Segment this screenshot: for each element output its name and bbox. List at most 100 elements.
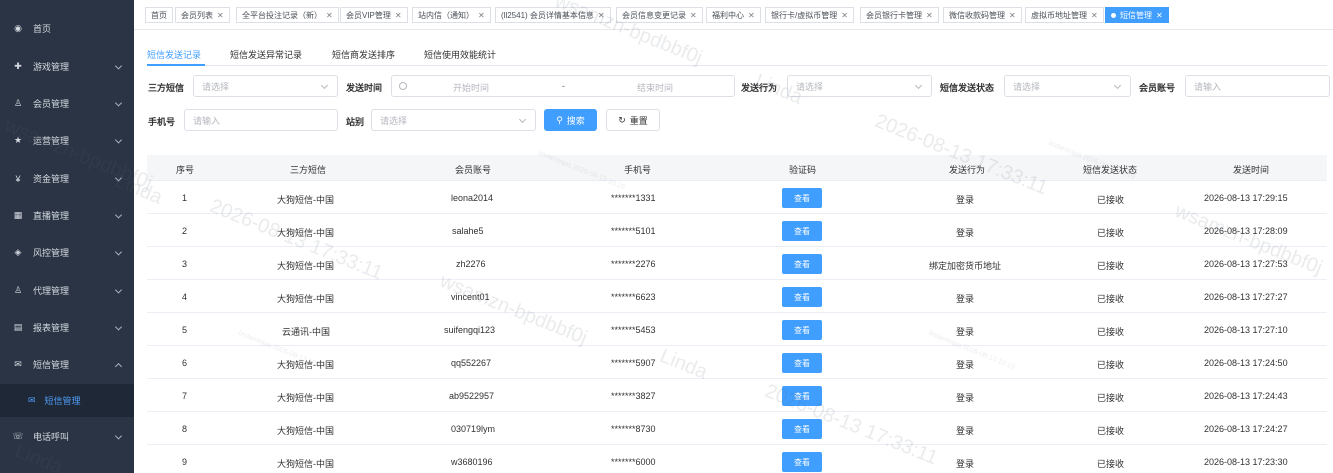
view-code-button[interactable]: 查看 [782,320,822,340]
action-select[interactable]: 请选择 [787,75,932,97]
subtab-usage-stats[interactable]: 短信使用效能统计 [424,48,496,61]
cell-provider: 大狗短信-中国 [277,261,334,271]
tab-inbox[interactable]: 站内信（通知） ✕ [412,7,491,23]
table-header: 序号 三方短信 会员账号 手机号 验证码 发送行为 短信发送状态 发送时间 [147,155,1327,181]
tab-label: 首页 [151,10,167,20]
view-code-button[interactable]: 查看 [782,452,822,472]
sidebar-item-live[interactable]: ▦ 直播管理 [0,197,134,234]
reset-button[interactable]: ↻ 重置 [606,109,660,131]
chevron-down-icon [114,431,123,440]
site-placeholder: 请选择 [380,115,408,126]
close-icon[interactable]: ✕ [690,11,697,20]
cell-phone: *******3827 [611,391,656,401]
sidebar: ◉ 首页 ✚ 游戏管理 ♙ 会员管理 ★ 运营管理 ¥ 资金管理 ▦ 直播管理 [0,0,134,473]
view-code-button[interactable]: 查看 [782,419,822,439]
view-code-button[interactable]: 查看 [782,353,822,373]
tab-bet-records[interactable]: 全平台投注记录（新） ✕ [236,7,339,23]
chevron-down-icon [114,210,123,219]
cell-status: 已接收 [1097,294,1125,304]
tab-member-changes[interactable]: 会员信息变更记录 ✕ [616,7,703,23]
tab-home[interactable]: 首页 [145,7,173,23]
sidebar-item-label: 直播管理 [33,211,70,221]
cell-provider: 大狗短信-中国 [277,360,334,370]
sidebar-item-operations[interactable]: ★ 运营管理 [0,122,134,159]
cell-provider: 大狗短信-中国 [277,393,334,403]
close-icon[interactable]: ✕ [217,11,224,20]
cell-phone: *******6623 [611,292,656,302]
close-icon[interactable]: ✕ [598,11,605,20]
phone-label: 手机号 [148,117,176,127]
column-header-provider: 三方短信 [290,165,327,175]
sidebar-item-risk[interactable]: ◈ 风控管理 [0,234,134,271]
tab-wechat-qr[interactable]: 微信收款码管理 ✕ [943,7,1022,23]
cell-provider: 大狗短信-中国 [277,294,334,304]
report-icon: ▤ [13,322,23,332]
tab-bank-crypto[interactable]: 银行卡/虚拟币管理 ✕ [765,7,854,23]
view-code-button[interactable]: 查看 [782,386,822,406]
provider-placeholder: 请选择 [202,81,230,92]
tab-member-list[interactable]: 会员列表 ✕ [175,7,230,23]
sidebar-item-label: 会员管理 [33,99,70,109]
view-code-button[interactable]: 查看 [782,254,822,274]
time-range-picker[interactable]: 开始时间 - 结束时间 [391,75,735,97]
cell-action: 登录 [956,459,975,469]
sidebar-item-sms[interactable]: ✉ 短信管理 [0,346,134,383]
sidebar-item-members[interactable]: ♙ 会员管理 [0,85,134,122]
cell-account: qq552267 [451,358,492,368]
close-icon[interactable]: ✕ [326,11,333,20]
close-icon[interactable]: ✕ [1009,11,1016,20]
range-separator: - [562,81,565,91]
close-icon[interactable]: ✕ [841,11,848,20]
cell-time: 2026-08-13 17:24:27 [1204,424,1288,434]
tab-label: 微信收款码管理 [949,10,1005,20]
tab-label: 会员VIP管理 [346,10,391,20]
subtab-send-records[interactable]: 短信发送记录 [147,48,201,61]
table-row: 1 大狗短信-中国 leona2014 *******1331 查看 登录 已接… [147,181,1327,214]
sidebar-item-games[interactable]: ✚ 游戏管理 [0,48,134,85]
cell-action: 登录 [956,426,975,436]
sidebar-item-phone[interactable]: ☏ 电话呼叫 [0,418,134,455]
site-select[interactable]: 请选择 [371,109,536,131]
sidebar-item-label: 首页 [33,24,52,34]
search-button-label: 搜索 [566,115,585,126]
clock-icon [399,82,407,90]
cell-account: 030719lym [451,424,496,434]
sidebar-item-reports[interactable]: ▤ 报表管理 [0,309,134,346]
view-code-button[interactable]: 查看 [782,287,822,307]
status-label: 短信发送状态 [940,83,995,93]
cell-phone: *******6000 [611,457,656,467]
view-code-button[interactable]: 查看 [782,188,822,208]
close-icon[interactable]: ✕ [1091,11,1098,20]
close-icon[interactable]: ✕ [748,11,755,20]
sidebar-item-home[interactable]: ◉ 首页 [0,10,134,47]
sidebar-subitem-sms-manage[interactable]: ✉ 短信管理 [0,384,134,417]
cell-phone: *******5101 [611,226,656,236]
tab-sms-manage[interactable]: 短信管理 ✕ [1105,7,1169,23]
close-icon[interactable]: ✕ [395,11,402,20]
tab-member-detail[interactable]: (ll2541) 会员详情基本信息 ✕ [495,7,611,23]
table-row: 2 大狗短信-中国 salahe5 *******5101 查看 登录 已接收 … [147,214,1327,247]
status-select[interactable]: 请选择 [1004,75,1131,97]
cell-index: 1 [182,193,188,203]
tab-member-vip[interactable]: 会员VIP管理 ✕ [340,7,408,23]
cell-index: 4 [182,292,188,302]
sidebar-item-label: 运营管理 [33,136,70,146]
sidebar-item-label: 电话呼叫 [33,432,70,442]
search-button[interactable]: ⚲ 搜索 [544,109,597,131]
sidebar-item-finance[interactable]: ¥ 资金管理 [0,160,134,197]
close-icon[interactable]: ✕ [1156,11,1163,20]
chevron-down-icon [320,81,329,90]
account-input[interactable]: 请输入 [1185,75,1330,97]
close-icon[interactable]: ✕ [478,11,485,20]
subtab-send-errors[interactable]: 短信发送异常记录 [230,48,302,61]
cell-provider: 云通讯-中国 [282,327,330,337]
tab-welfare[interactable]: 福利中心 ✕ [706,7,761,23]
subtab-provider-order[interactable]: 短信商发送排序 [332,48,395,61]
phone-input[interactable]: 请输入 [184,109,338,131]
tab-crypto-address[interactable]: 虚拟币地址管理 ✕ [1025,7,1104,23]
view-code-button[interactable]: 查看 [782,221,822,241]
close-icon[interactable]: ✕ [926,11,933,20]
sidebar-item-agent[interactable]: ♙ 代理管理 [0,272,134,309]
tab-member-bank[interactable]: 会员银行卡管理 ✕ [860,7,939,23]
provider-select[interactable]: 请选择 [193,75,338,97]
